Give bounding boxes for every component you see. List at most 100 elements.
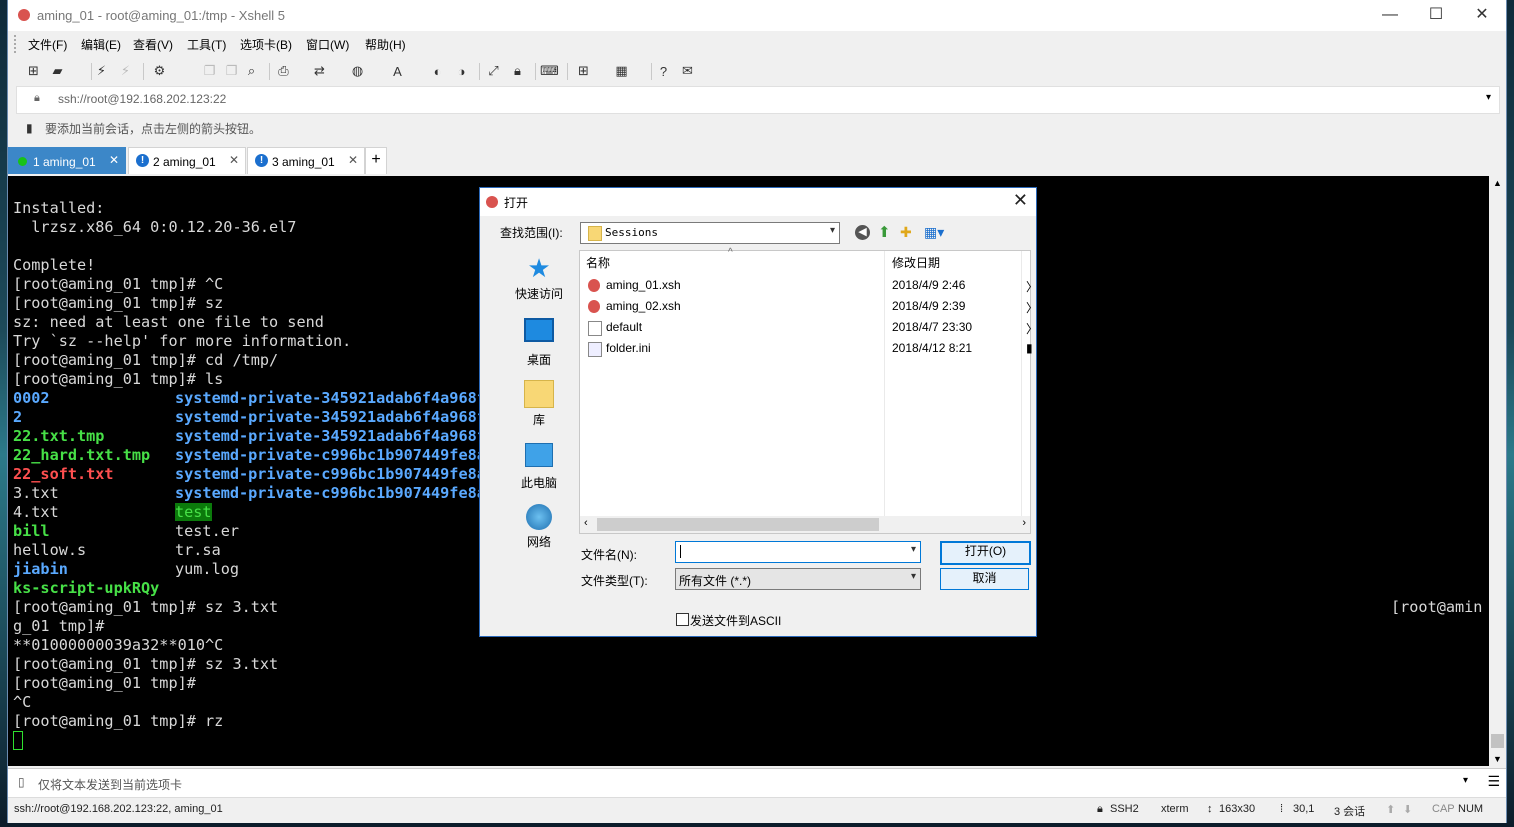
tab-3[interactable]: ! 3 aming_01 ✕ [247, 147, 365, 174]
chevron-down-icon[interactable]: ▾ [911, 544, 916, 555]
print-icon[interactable]: ⎙ [275, 63, 292, 79]
address-bar[interactable]: 🔒︎ ssh://root@192.168.202.123:22 ▾ [16, 86, 1500, 114]
new-folder-icon[interactable]: ✚ [900, 224, 912, 241]
connect-icon[interactable]: ⚡ [93, 63, 110, 79]
scrollbar-thumb[interactable] [1491, 734, 1504, 748]
ascii-checkbox[interactable] [676, 613, 689, 626]
place-network[interactable]: 网络 [500, 504, 578, 550]
xftp-icon[interactable]: ◐ [429, 63, 446, 79]
cancel-button[interactable]: 取消 [940, 568, 1029, 590]
ls-entry: 3.txt [13, 484, 59, 503]
column-date[interactable]: 修改日期 [892, 254, 940, 271]
session-down-icon[interactable]: ⬇ [1403, 803, 1412, 816]
file-row[interactable]: default 2018/4/7 23:30 〉 [586, 318, 1038, 338]
warning-icon: ! [255, 154, 268, 167]
properties-icon[interactable]: ⚙ [151, 63, 168, 79]
menu-help[interactable]: 帮助(H) [365, 36, 406, 53]
address-dropdown-icon[interactable]: ▾ [1486, 92, 1491, 103]
transfer-icon[interactable]: ⇄ [311, 63, 328, 79]
dialog-close-button[interactable]: ✕ [1013, 190, 1028, 211]
menu-bar: 文件(F) 编辑(E) 查看(V) 工具(T) 选项卡(B) 窗口(W) 帮助(… [8, 31, 1506, 56]
status-position: 30,1 [1293, 803, 1315, 815]
file-row[interactable]: aming_02.xsh 2018/4/9 2:39 〉 [586, 297, 1038, 317]
back-icon[interactable]: ◀ [855, 225, 870, 240]
file-list-hscroll[interactable]: ‹ › [580, 516, 1030, 533]
compose-menu-icon[interactable]: ☰ [1487, 773, 1500, 790]
view-menu-icon[interactable]: ▦▾ [924, 224, 944, 241]
bookmark-icon[interactable]: ▮ [26, 121, 33, 135]
place-this-pc[interactable]: 此电脑 [500, 443, 578, 491]
tab-close-icon[interactable]: ✕ [109, 153, 119, 167]
new-session-icon[interactable]: ⊞ [25, 63, 42, 79]
place-library[interactable]: 库 [500, 380, 578, 428]
address-input[interactable]: ssh://root@192.168.202.123:22 [58, 92, 226, 106]
dialog-title-bar: 打开 ✕ [480, 188, 1036, 216]
up-folder-icon[interactable]: ⬆ [878, 223, 891, 241]
status-terminal: xterm [1161, 803, 1189, 815]
scroll-up-icon[interactable]: ▲ [1493, 178, 1502, 188]
find-icon[interactable]: ⌕ [243, 63, 260, 79]
layout-icon[interactable]: ▦ [613, 63, 630, 79]
tab-close-icon[interactable]: ✕ [229, 153, 239, 167]
place-desktop[interactable]: 桌面 [500, 318, 578, 368]
globe-icon[interactable]: ◍ [349, 63, 366, 79]
menu-edit[interactable]: 编辑(E) [81, 36, 121, 53]
compose-bar[interactable]: ▯ 仅将文本发送到当前选项卡 ▾ ☰ [8, 768, 1506, 797]
session-up-icon[interactable]: ⬆ [1386, 803, 1395, 816]
chevron-down-icon: ▾ [910, 571, 916, 582]
ls-entry-name: jiabin [13, 560, 68, 578]
open-file-dialog: 打开 ✕ 查找范围(I): Sessions ▾ ◀ ⬆ ✚ ▦▾ ★ 快速访问… [479, 187, 1038, 637]
font-icon[interactable]: A [389, 63, 406, 79]
terminal-line: Complete! [13, 256, 96, 274]
lookin-select[interactable]: Sessions ▾ [580, 222, 840, 244]
minimize-button[interactable]: — [1367, 0, 1413, 31]
menu-view[interactable]: 查看(V) [133, 36, 173, 53]
tab-close-icon[interactable]: ✕ [348, 153, 358, 167]
ls-entry-name: hellow.s [13, 541, 87, 559]
compose-dropdown-icon[interactable]: ▾ [1463, 775, 1468, 786]
scroll-down-icon[interactable]: ▼ [1493, 754, 1502, 764]
fullscreen-icon[interactable]: ⤢ [485, 63, 502, 79]
copy-icon[interactable]: ❐ [201, 63, 218, 79]
filetype-select[interactable]: 所有文件 (*.*) ▾ [675, 568, 921, 590]
help-icon[interactable]: ? [655, 63, 672, 79]
open-button[interactable]: 打开(O) [940, 541, 1031, 565]
menu-window[interactable]: 窗口(W) [306, 36, 349, 53]
open-folder-icon[interactable]: ▰ [49, 63, 66, 79]
file-row[interactable]: aming_01.xsh 2018/4/9 2:46 〉 [586, 276, 1038, 296]
places-bar: ★ 快速访问 桌面 库 此电脑 网络 [500, 250, 578, 605]
file-list[interactable]: 名称 ^ 修改日期 aming_01.xsh 2018/4/9 2:46 〉 a… [579, 247, 1038, 534]
file-row[interactable]: folder.ini 2018/4/12 8:21 ▮ [586, 339, 1033, 359]
tab-label: 3 aming_01 [272, 155, 335, 169]
hscroll-thumb[interactable] [597, 518, 879, 531]
ls-entry: tr.sa [175, 541, 221, 560]
menu-tabs[interactable]: 选项卡(B) [240, 36, 292, 53]
terminal-scrollbar[interactable]: ▲ ▼ [1489, 176, 1506, 766]
terminal-line: [root@amin [1391, 598, 1483, 616]
filename-input[interactable]: ▾ [675, 541, 921, 563]
xmanager-icon[interactable]: ◑ [453, 63, 470, 79]
place-quick-access[interactable]: ★ 快速访问 [500, 254, 578, 302]
lock-icon[interactable]: 🔒︎ [509, 63, 526, 79]
dialog-title: 打开 [504, 196, 529, 210]
paste-icon[interactable]: ❐ [223, 63, 240, 79]
ls-entry-name: 0002 [13, 389, 50, 407]
scroll-left-icon[interactable]: ‹ [584, 517, 588, 529]
chat-icon[interactable]: ✉ [679, 63, 696, 79]
keyboard-icon[interactable]: ⌨ [540, 63, 559, 79]
connected-icon [18, 157, 27, 166]
close-button[interactable]: ✕ [1459, 0, 1505, 31]
ls-entry-name: ks-script-upkRQy [13, 579, 160, 597]
maximize-button[interactable]: ☐ [1413, 0, 1459, 31]
tab-1[interactable]: 1 aming_01 ✕ [8, 147, 126, 174]
scroll-right-icon[interactable]: › [1022, 517, 1026, 529]
menu-tools[interactable]: 工具(T) [187, 36, 226, 53]
ls-entry-name: 4.txt [13, 503, 59, 521]
column-name[interactable]: 名称 [586, 254, 610, 271]
tab-2[interactable]: ! 2 aming_01 ✕ [128, 147, 246, 174]
add-tab-button[interactable]: + [365, 147, 387, 174]
computer-icon [525, 443, 553, 467]
new-tab-icon[interactable]: ⊞ [575, 63, 592, 79]
disconnect-icon[interactable]: ⚡ [117, 63, 134, 79]
menu-file[interactable]: 文件(F) [28, 36, 67, 53]
